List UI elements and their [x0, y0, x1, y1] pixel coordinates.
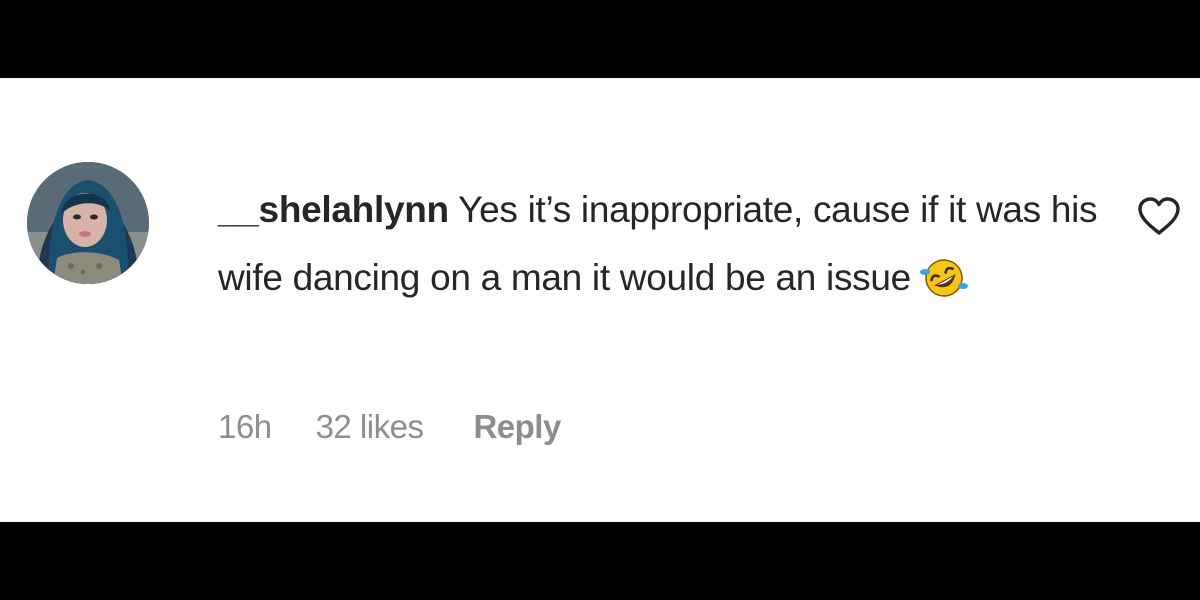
like-button[interactable] [1136, 195, 1182, 237]
reply-button[interactable]: Reply [473, 408, 561, 446]
rolling-on-floor-laughing-emoji-icon [919, 254, 969, 298]
avatar[interactable] [27, 162, 149, 284]
comment-likes-count[interactable]: 32 likes [316, 408, 424, 446]
comment-panel: __shelahlynn Yes it’s inappropriate, cau… [0, 78, 1200, 522]
comment-username[interactable]: __shelahlynn [218, 189, 449, 230]
comment-timestamp: 16h [218, 408, 272, 445]
screenshot-frame: __shelahlynn Yes it’s inappropriate, cau… [0, 0, 1200, 600]
avatar-image [27, 162, 149, 284]
heart-outline-icon [1138, 197, 1180, 235]
comment-meta: 16h 32 likes Reply [218, 408, 561, 446]
comment-body: __shelahlynn Yes it’s inappropriate, cau… [218, 176, 1118, 312]
comment-text: __shelahlynn Yes it’s inappropriate, cau… [218, 176, 1118, 312]
